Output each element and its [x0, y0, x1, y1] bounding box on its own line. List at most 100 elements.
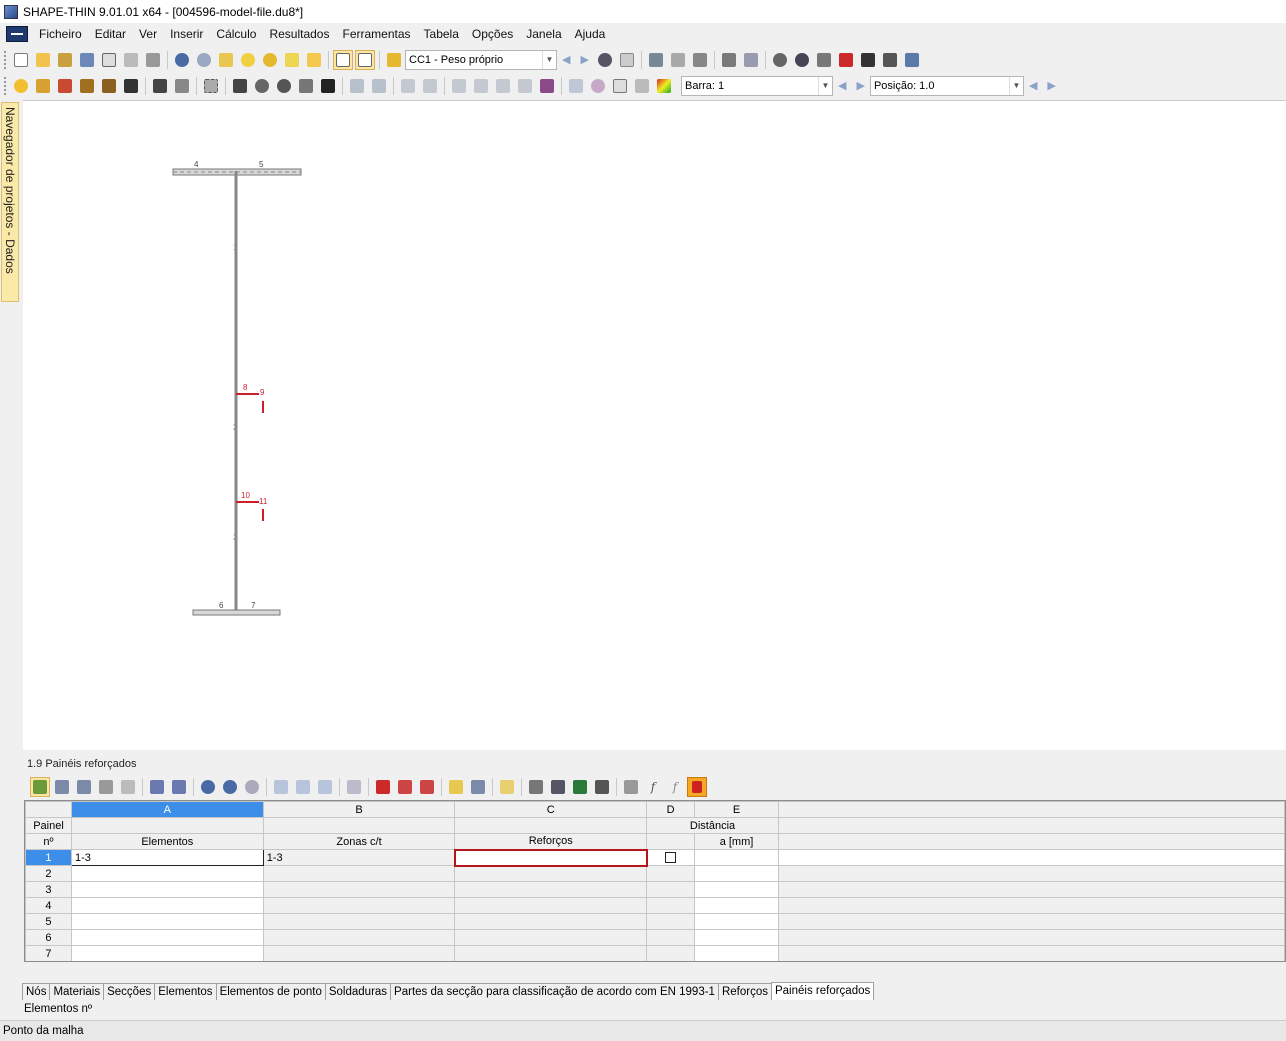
row-number[interactable]: 2	[25, 865, 72, 882]
zoom-window-icon[interactable]	[252, 76, 272, 96]
select-all-icon[interactable]	[201, 76, 221, 96]
tab-partes-seccao[interactable]: Partes da secção para classificação de a…	[390, 983, 719, 1000]
menu-editar[interactable]: Editar	[90, 27, 134, 41]
corner-cell[interactable]	[25, 801, 72, 818]
checkbox-cell[interactable]	[646, 865, 696, 882]
grid-icon[interactable]	[719, 50, 739, 70]
stress-sv-icon[interactable]	[369, 76, 389, 96]
chevron-down-icon[interactable]: ▼	[542, 50, 556, 69]
ruler-icon[interactable]	[566, 76, 586, 96]
element-icon[interactable]	[55, 76, 75, 96]
column-header-b[interactable]: B	[262, 801, 456, 818]
filter-icon[interactable]	[271, 777, 291, 797]
column-header-a[interactable]: A	[70, 801, 264, 818]
window-icon[interactable]	[304, 50, 324, 70]
redo-icon[interactable]	[194, 50, 214, 70]
zonas-cell[interactable]	[262, 865, 456, 882]
save-button[interactable]	[77, 50, 97, 70]
distancia-cell[interactable]	[694, 929, 779, 946]
distancia-cell[interactable]	[694, 865, 779, 882]
zonas-cell[interactable]	[262, 897, 456, 914]
circle-icon[interactable]	[588, 76, 608, 96]
menu-inserir[interactable]: Inserir	[165, 27, 211, 41]
lock-icon[interactable]	[858, 50, 878, 70]
text-format-icon[interactable]	[621, 777, 641, 797]
navigator-tab[interactable]: Navegador de projetos - Dados	[1, 102, 19, 302]
menu-ver[interactable]: Ver	[134, 27, 165, 41]
elementos-cell[interactable]	[70, 945, 264, 961]
section-icon[interactable]	[121, 76, 141, 96]
undo-icon[interactable]	[198, 777, 218, 797]
edit-icon[interactable]	[497, 777, 517, 797]
edit-table-icon[interactable]	[30, 777, 50, 797]
elementos-cell[interactable]	[70, 897, 264, 914]
checkbox-cell[interactable]	[646, 881, 696, 898]
row-number[interactable]: 5	[25, 913, 72, 930]
distancia-cell[interactable]	[694, 913, 779, 930]
calculator-icon[interactable]	[592, 777, 612, 797]
color-scale-icon[interactable]	[654, 76, 674, 96]
previous-arrow-icon[interactable]: ◀	[562, 53, 570, 66]
distancia-cell[interactable]	[694, 881, 779, 898]
column-header-e[interactable]: E	[694, 801, 779, 818]
stress-su-icon[interactable]	[347, 76, 367, 96]
checkbox[interactable]	[665, 852, 677, 864]
sigma-x-icon[interactable]	[449, 76, 469, 96]
load-case-select[interactable]: CC1 - Peso próprio ▼	[405, 49, 557, 70]
load-case-icon[interactable]	[384, 50, 404, 70]
view-icon[interactable]	[548, 777, 568, 797]
list-icon[interactable]	[610, 76, 630, 96]
previous-arrow-icon[interactable]: ◀	[838, 79, 846, 92]
tab-paineis-reforcados[interactable]: Painéis reforçados	[770, 982, 875, 1000]
rotate-icon[interactable]	[792, 50, 812, 70]
tools-icon[interactable]	[646, 50, 666, 70]
result-values-icon[interactable]	[617, 50, 637, 70]
chevron-down-icon[interactable]: ▼	[818, 76, 832, 95]
tab-soldaduras[interactable]: Soldaduras	[324, 983, 392, 1000]
bracket-icon[interactable]	[632, 76, 652, 96]
reforcos-cell[interactable]	[454, 865, 648, 882]
reforcos-cell[interactable]	[454, 881, 648, 898]
chevron-down-icon[interactable]: ▼	[1008, 76, 1023, 95]
checkbox-cell[interactable]	[646, 945, 696, 961]
arrow-left-red-icon[interactable]	[395, 777, 415, 797]
print-graphic-button[interactable]	[143, 50, 163, 70]
open-file-button[interactable]	[33, 50, 53, 70]
data-view-button[interactable]	[355, 49, 375, 70]
menu-ajuda[interactable]: Ajuda	[570, 27, 614, 41]
tau-icon[interactable]	[471, 76, 491, 96]
elementos-cell[interactable]: 1-3	[70, 849, 264, 866]
new-node-icon[interactable]	[11, 76, 31, 96]
next-arrow-icon[interactable]: ▶	[856, 79, 864, 92]
reforcos-cell[interactable]	[454, 929, 648, 946]
sigma-v-icon[interactable]	[493, 76, 513, 96]
next-arrow-icon[interactable]: ▶	[580, 53, 588, 66]
pattern-icon[interactable]	[741, 50, 761, 70]
checkbox-cell[interactable]	[646, 929, 696, 946]
bracket-icon[interactable]	[118, 777, 138, 797]
insert-row-icon[interactable]	[52, 777, 72, 797]
distancia-cell[interactable]	[694, 945, 779, 961]
move-row-icon[interactable]	[74, 777, 94, 797]
settings-icon[interactable]	[902, 50, 922, 70]
tab-elementos-de-ponto[interactable]: Elementos de ponto	[215, 983, 326, 1000]
model-canvas[interactable]: 4 5 6 7 8 9 10 11 1 2 3	[23, 100, 1286, 750]
previous-arrow-icon[interactable]: ◀	[1029, 79, 1037, 92]
elementos-cell[interactable]	[70, 865, 264, 882]
reforcos-cell[interactable]	[454, 897, 648, 914]
column-header-d[interactable]: D	[646, 801, 696, 818]
elementos-cell[interactable]	[70, 929, 264, 946]
percent-icon[interactable]	[515, 76, 535, 96]
reforcos-cell[interactable]	[454, 913, 648, 930]
reforcos-cell[interactable]	[453, 848, 648, 867]
mdi-window-icon[interactable]	[6, 26, 28, 42]
refresh-icon[interactable]	[242, 777, 262, 797]
dimension-icon[interactable]	[172, 76, 192, 96]
s-omega-icon[interactable]	[420, 76, 440, 96]
ibeam-icon[interactable]	[318, 76, 338, 96]
column-header-c[interactable]: C	[454, 801, 648, 818]
row-number[interactable]: 1	[25, 849, 72, 866]
arrow-right-red-icon[interactable]	[417, 777, 437, 797]
open-project-button[interactable]	[55, 50, 75, 70]
zoom-icon[interactable]	[260, 50, 280, 70]
